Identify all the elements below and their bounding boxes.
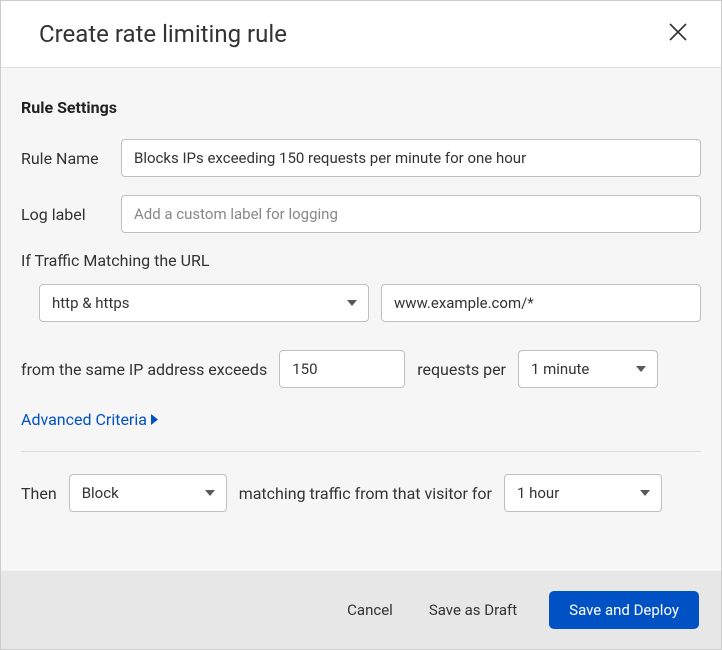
time-window-select[interactable]: 1 minute bbox=[518, 350, 658, 388]
log-label-label: Log label bbox=[21, 205, 109, 224]
dialog-title: Create rate limiting rule bbox=[39, 20, 287, 48]
time-window-select-wrap: 1 minute bbox=[518, 350, 658, 388]
close-button[interactable] bbox=[665, 19, 691, 49]
then-label: Then bbox=[21, 484, 57, 503]
chevron-right-icon bbox=[151, 410, 158, 429]
log-label-row: Log label bbox=[21, 195, 701, 233]
action-select[interactable]: Block bbox=[69, 474, 227, 512]
url-pattern-input[interactable] bbox=[381, 284, 701, 322]
rate-condition-row: from the same IP address exceeds request… bbox=[21, 350, 701, 388]
create-rate-limiting-dialog: Create rate limiting rule Rule Settings … bbox=[0, 0, 722, 650]
close-icon bbox=[669, 30, 687, 45]
action-select-wrap: Block bbox=[69, 474, 227, 512]
url-row: http & https bbox=[21, 284, 701, 322]
save-and-deploy-button[interactable]: Save and Deploy bbox=[549, 591, 699, 629]
rule-name-input[interactable] bbox=[121, 139, 701, 177]
action-mid-label: matching traffic from that visitor for bbox=[239, 484, 492, 503]
dialog-header: Create rate limiting rule bbox=[1, 1, 721, 68]
cancel-button[interactable]: Cancel bbox=[343, 593, 397, 627]
rule-settings-heading: Rule Settings bbox=[21, 98, 701, 117]
save-as-draft-button[interactable]: Save as Draft bbox=[425, 593, 521, 627]
condition-prefix-label: from the same IP address exceeds bbox=[21, 360, 267, 379]
duration-select-wrap: 1 hour bbox=[504, 474, 662, 512]
scheme-select-wrap: http & https bbox=[39, 284, 369, 322]
divider bbox=[21, 451, 701, 452]
dialog-body: Rule Settings Rule Name Log label If Tra… bbox=[1, 68, 721, 571]
rule-name-label: Rule Name bbox=[21, 149, 109, 168]
advanced-criteria-link[interactable]: Advanced Criteria bbox=[21, 410, 158, 429]
duration-select[interactable]: 1 hour bbox=[504, 474, 662, 512]
traffic-matching-label: If Traffic Matching the URL bbox=[21, 251, 701, 270]
dialog-footer: Cancel Save as Draft Save and Deploy bbox=[1, 571, 721, 649]
request-count-input[interactable] bbox=[279, 350, 405, 388]
scheme-select[interactable]: http & https bbox=[39, 284, 369, 322]
rule-name-row: Rule Name bbox=[21, 139, 701, 177]
action-row: Then Block matching traffic from that vi… bbox=[21, 474, 701, 512]
log-label-input[interactable] bbox=[121, 195, 701, 233]
advanced-criteria-label: Advanced Criteria bbox=[21, 410, 147, 429]
condition-mid-label: requests per bbox=[417, 360, 506, 379]
